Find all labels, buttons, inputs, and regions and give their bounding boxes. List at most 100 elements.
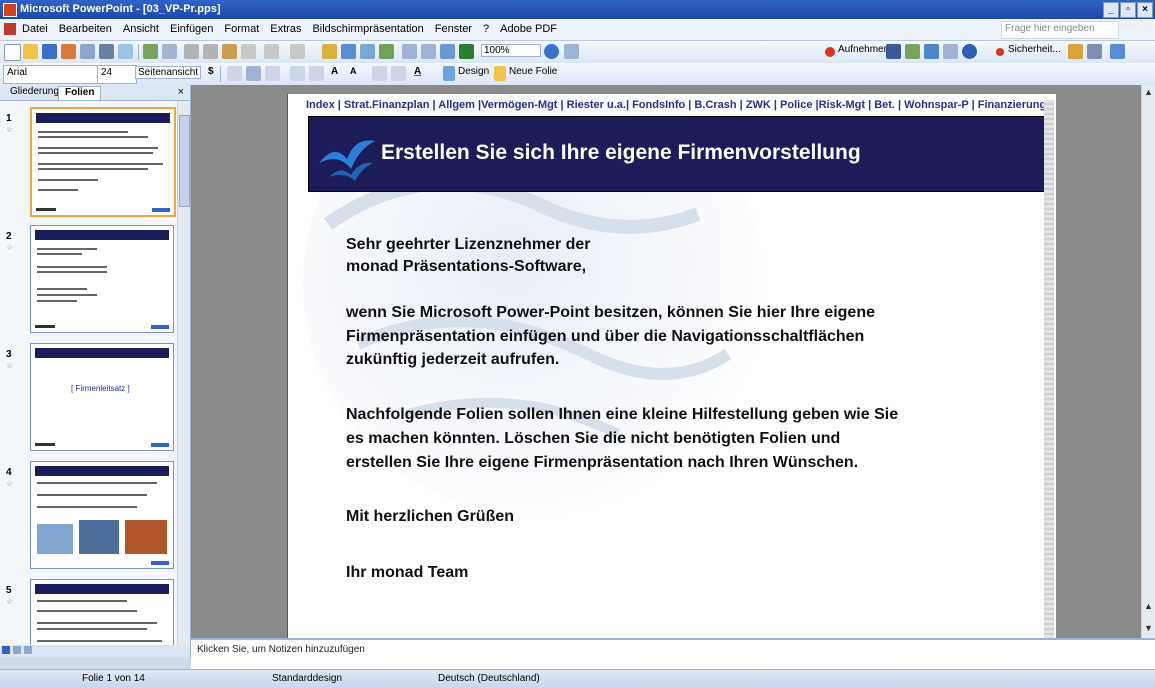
undo-icon[interactable] <box>264 44 279 59</box>
stop-icon[interactable] <box>996 48 1004 56</box>
zoom-select[interactable]: 100% <box>481 44 541 57</box>
menu-extras[interactable]: Extras <box>270 23 301 35</box>
document-icon[interactable] <box>4 23 16 35</box>
new-icon[interactable] <box>4 44 21 61</box>
slide-number: 2 <box>6 231 12 242</box>
next-slide-icon[interactable]: ▼ <box>1144 623 1153 633</box>
font-size-select[interactable]: 24 <box>97 65 137 84</box>
slide-thumbnail-4[interactable] <box>30 461 174 569</box>
design-button[interactable]: Design <box>458 66 489 77</box>
slide-sorter-icon[interactable] <box>13 646 21 654</box>
format-painter-icon[interactable] <box>241 44 256 59</box>
menu-adobe-pdf[interactable]: Adobe PDF <box>500 23 557 35</box>
tables-borders-icon[interactable] <box>360 44 375 59</box>
main-scrollbar[interactable]: ▲ ▲ ▼ <box>1141 85 1155 638</box>
color-grayscale-icon[interactable] <box>459 44 474 59</box>
align-center-icon[interactable] <box>246 66 261 81</box>
thumbnail-scrollbar[interactable] <box>177 101 190 645</box>
workspace-icon[interactable] <box>1110 44 1125 59</box>
new-slide-icon[interactable] <box>494 66 506 81</box>
insert-chart-icon[interactable] <box>322 44 337 59</box>
show-formatting-icon[interactable] <box>421 44 436 59</box>
tab-folien[interactable]: Folien <box>58 86 102 100</box>
record-button[interactable]: Aufnehmen <box>838 44 889 55</box>
print-preview-icon[interactable] <box>118 44 133 59</box>
slide-thumbnail-3[interactable]: [ Firmenleitsatz ] <box>30 343 174 451</box>
slide-show-icon[interactable] <box>24 646 32 654</box>
car-image <box>79 520 119 554</box>
print-icon[interactable] <box>99 44 114 59</box>
decrease-font-icon[interactable]: A <box>350 66 357 76</box>
record-icon[interactable] <box>825 47 835 57</box>
visual-basic-icon[interactable] <box>905 44 920 59</box>
slide-thumbnail-5[interactable] <box>30 579 174 645</box>
align-right-icon[interactable] <box>265 66 280 81</box>
paste-icon[interactable] <box>222 44 237 59</box>
menu-bildschirmpraesentation[interactable]: Bildschirmpräsentation <box>312 23 423 35</box>
normal-view-icon[interactable] <box>2 646 10 654</box>
minimize-button[interactable]: _ <box>1103 2 1119 18</box>
menu-datei[interactable]: Datei <box>22 23 48 35</box>
slide-thumbnail-1[interactable] <box>30 107 176 217</box>
scroll-up-icon[interactable]: ▲ <box>1144 87 1153 97</box>
expand-all-icon[interactable] <box>402 44 417 59</box>
align-left-icon[interactable] <box>227 66 242 81</box>
dollar-icon[interactable]: $ <box>208 66 214 77</box>
previous-slide-icon[interactable]: ▲ <box>1144 601 1153 611</box>
powerpoint-app-icon[interactable] <box>3 3 17 17</box>
decrease-indent-icon[interactable] <box>372 66 387 81</box>
menu-fenster[interactable]: Fenster <box>435 23 472 35</box>
open-icon[interactable] <box>23 44 38 59</box>
help-icon[interactable] <box>544 44 559 59</box>
menu-format[interactable]: Format <box>224 23 259 35</box>
menu-help[interactable]: ? <box>483 23 489 35</box>
tab-gliederung[interactable]: Gliederung <box>4 86 65 99</box>
script-editor-icon[interactable] <box>962 44 977 59</box>
macro-icon[interactable] <box>886 44 901 59</box>
close-button[interactable]: × <box>1137 2 1153 18</box>
copy-icon[interactable] <box>203 44 218 59</box>
insert-table-icon[interactable] <box>341 44 356 59</box>
navigation-links[interactable]: Index | Strat.Finanzplan | Allgem |Vermö… <box>306 99 1056 111</box>
design-icon[interactable] <box>443 66 455 81</box>
increase-indent-icon[interactable] <box>391 66 406 81</box>
font-name-select[interactable]: Arial <box>3 65 99 84</box>
insert-hyperlink-icon[interactable] <box>379 44 394 59</box>
slide-title-banner: Erstellen Sie sich Ihre eigene Firmenvor… <box>308 116 1047 192</box>
slide-canvas[interactable]: Index | Strat.Finanzplan | Allgem |Vermö… <box>287 94 1056 638</box>
add-ins-icon[interactable] <box>1068 44 1083 59</box>
design-mode-icon[interactable] <box>943 44 958 59</box>
close-icon[interactable]: × <box>178 86 184 98</box>
slide-number: 1 <box>6 113 12 124</box>
menu-bearbeiten[interactable]: Bearbeiten <box>59 23 112 35</box>
tools-icon[interactable] <box>1087 44 1102 59</box>
maximize-button[interactable]: ▫ <box>1120 2 1136 18</box>
redo-icon[interactable] <box>290 44 305 59</box>
slide-number: 4 <box>6 467 12 478</box>
view-select[interactable]: Seitenansicht <box>135 66 202 79</box>
font-color-icon[interactable]: A <box>414 66 421 77</box>
star-icon: ☆ <box>6 597 14 606</box>
numbering-icon[interactable] <box>290 66 305 81</box>
email-icon[interactable] <box>80 44 95 59</box>
permission-icon[interactable] <box>61 44 76 59</box>
grid-icon[interactable] <box>440 44 455 59</box>
read-icon[interactable] <box>564 44 579 59</box>
help-search-input[interactable]: Frage hier eingeben <box>1001 21 1119 39</box>
paragraph-line: Firmenpräsentation einfügen und über die… <box>346 328 865 345</box>
notes-placeholder[interactable]: Klicken Sie, um Notizen hinzuzufügen <box>197 644 365 655</box>
spelling-icon[interactable] <box>143 44 158 59</box>
save-icon[interactable] <box>42 44 57 59</box>
cut-icon[interactable] <box>184 44 199 59</box>
control-toolbox-icon[interactable] <box>924 44 939 59</box>
notes-pane[interactable]: Klicken Sie, um Notizen hinzuzufügen <box>191 638 1155 671</box>
menu-einfuegen[interactable]: Einfügen <box>170 23 213 35</box>
menu-ansicht[interactable]: Ansicht <box>123 23 159 35</box>
slide-title: Erstellen Sie sich Ihre eigene Firmenvor… <box>381 141 861 164</box>
research-icon[interactable] <box>162 44 177 59</box>
security-button[interactable]: Sicherheit... <box>1008 44 1061 55</box>
bullets-icon[interactable] <box>309 66 324 81</box>
new-slide-button[interactable]: Neue Folie <box>509 66 557 77</box>
increase-font-icon[interactable]: A <box>331 66 338 77</box>
slide-thumbnail-2[interactable] <box>30 225 174 333</box>
